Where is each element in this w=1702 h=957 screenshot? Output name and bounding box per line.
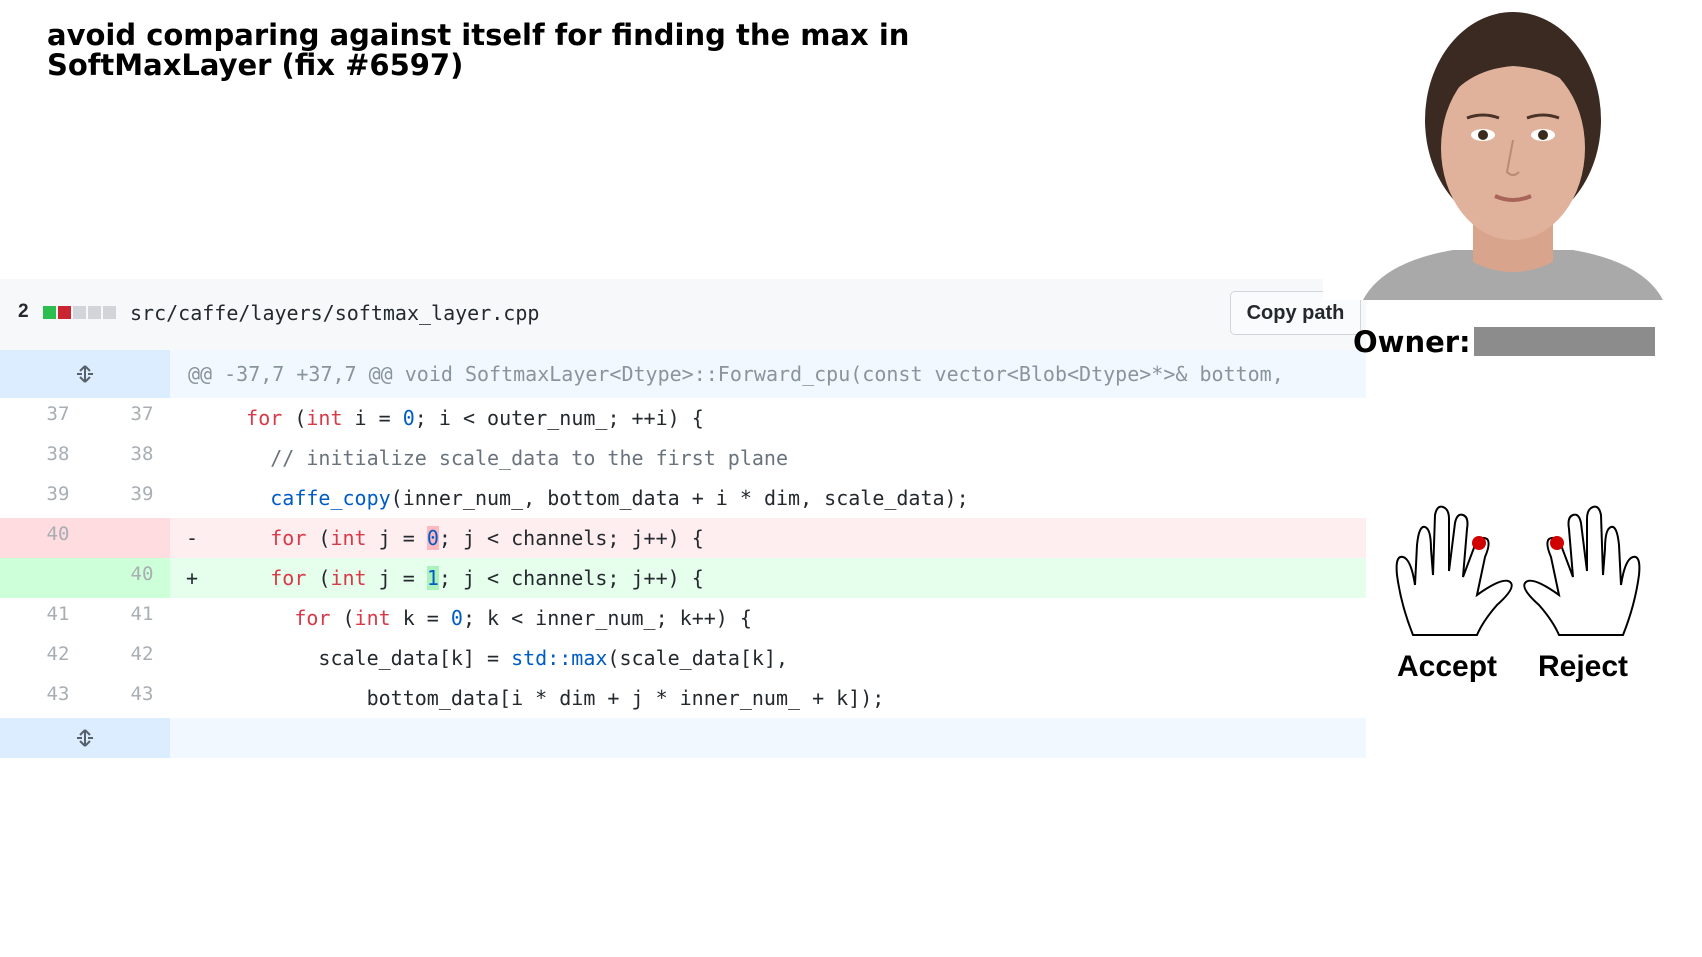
new-line-number[interactable]: 41: [122, 603, 162, 625]
code-text: for (int i = 0; i < outer_num_; ++i) {: [246, 406, 704, 430]
gutter-deleted: [0, 518, 170, 558]
addition-sign: +: [186, 566, 199, 590]
code-text: for (int j = 1; j < channels; j++) {: [270, 566, 704, 590]
new-line-number[interactable]: 42: [122, 643, 162, 665]
code-text: scale_data[k] = std::max(scale_data[k],: [318, 646, 789, 670]
diff-file-header: 2 src/caffe/layers/softmax_layer.cpp Cop…: [0, 279, 1366, 351]
diffstat-bar: [43, 306, 116, 319]
diff-line-deleted: 40 - for (int j = 0; j < channels; j++) …: [0, 518, 1366, 558]
reject-hand-icon[interactable]: [1521, 505, 1643, 640]
code-text: for (int k = 0; k < inner_num_; k++) {: [294, 606, 752, 630]
commit-title-line2: SoftMaxLayer (fix #6597): [47, 48, 464, 82]
hunk-header: @@ -37,7 +37,7 @@ void SoftmaxLayer<Dtyp…: [0, 350, 1366, 398]
file-path[interactable]: src/caffe/layers/softmax_layer.cpp: [130, 301, 539, 325]
accept-label[interactable]: Accept: [1397, 650, 1497, 684]
diff-line: 42 42 scale_data[k] = std::max(scale_dat…: [0, 638, 1366, 678]
diffstat-block-neutral: [103, 306, 116, 319]
diffstat-block-neutral: [88, 306, 101, 319]
unfold-icon: [77, 729, 93, 747]
code-text: // initialize scale_data to the first pl…: [270, 446, 789, 470]
old-line-number[interactable]: 37: [38, 403, 78, 425]
owner-name-redacted: [1474, 327, 1655, 356]
old-line-number[interactable]: 41: [38, 603, 78, 625]
diffstat-block-del: [58, 306, 71, 319]
diff-line: 37 37 for (int i = 0; i < outer_num_; ++…: [0, 398, 1366, 438]
code-text: for (int j = 0; j < channels; j++) {: [270, 526, 704, 550]
accept-hand-icon[interactable]: [1393, 505, 1515, 640]
old-line-number[interactable]: 39: [38, 483, 78, 505]
diff-line: 39 39 caffe_copy(inner_num_, bottom_data…: [0, 478, 1366, 518]
diff-panel: 2 src/caffe/layers/softmax_layer.cpp Cop…: [0, 279, 1366, 758]
diff-line: 38 38 // initialize scale_data to the fi…: [0, 438, 1366, 478]
new-line-number[interactable]: 37: [122, 403, 162, 425]
new-line-number[interactable]: 43: [122, 683, 162, 705]
new-line-number[interactable]: 40: [122, 563, 162, 585]
new-line-number[interactable]: 38: [122, 443, 162, 465]
old-line-number[interactable]: 43: [38, 683, 78, 705]
diffstat-block-neutral: [73, 306, 86, 319]
commit-title: avoid comparing against itself for findi…: [47, 18, 910, 82]
diff-line: 41 41 for (int k = 0; k < inner_num_; k+…: [0, 598, 1366, 638]
diff-line-added: 40 + for (int j = 1; j < channels; j++) …: [0, 558, 1366, 598]
owner-portrait: [1323, 0, 1702, 300]
deletion-sign: -: [186, 526, 199, 550]
reject-label[interactable]: Reject: [1538, 650, 1628, 684]
hunk-footer: [0, 718, 1366, 758]
code-text: bottom_data[i * dim + j * inner_num_ + k…: [366, 686, 885, 710]
owner-label: Owner:: [1353, 325, 1471, 359]
diffstat-block-add: [43, 306, 56, 319]
diff-line: 43 43 bottom_data[i * dim + j * inner_nu…: [0, 678, 1366, 718]
commit-title-line1: avoid comparing against itself for findi…: [47, 18, 910, 52]
old-line-number[interactable]: 38: [38, 443, 78, 465]
hunk-header-text: @@ -37,7 +37,7 @@ void SoftmaxLayer<Dtyp…: [188, 362, 1284, 386]
unfold-icon: [77, 365, 93, 383]
expand-up-button[interactable]: [0, 350, 170, 398]
new-line-number[interactable]: 39: [122, 483, 162, 505]
code-text: caffe_copy(inner_num_, bottom_data + i *…: [270, 486, 969, 510]
expand-down-button[interactable]: [0, 718, 170, 758]
changes-count: 2: [18, 301, 29, 322]
old-line-number[interactable]: 42: [38, 643, 78, 665]
old-line-number[interactable]: 40: [38, 523, 78, 545]
